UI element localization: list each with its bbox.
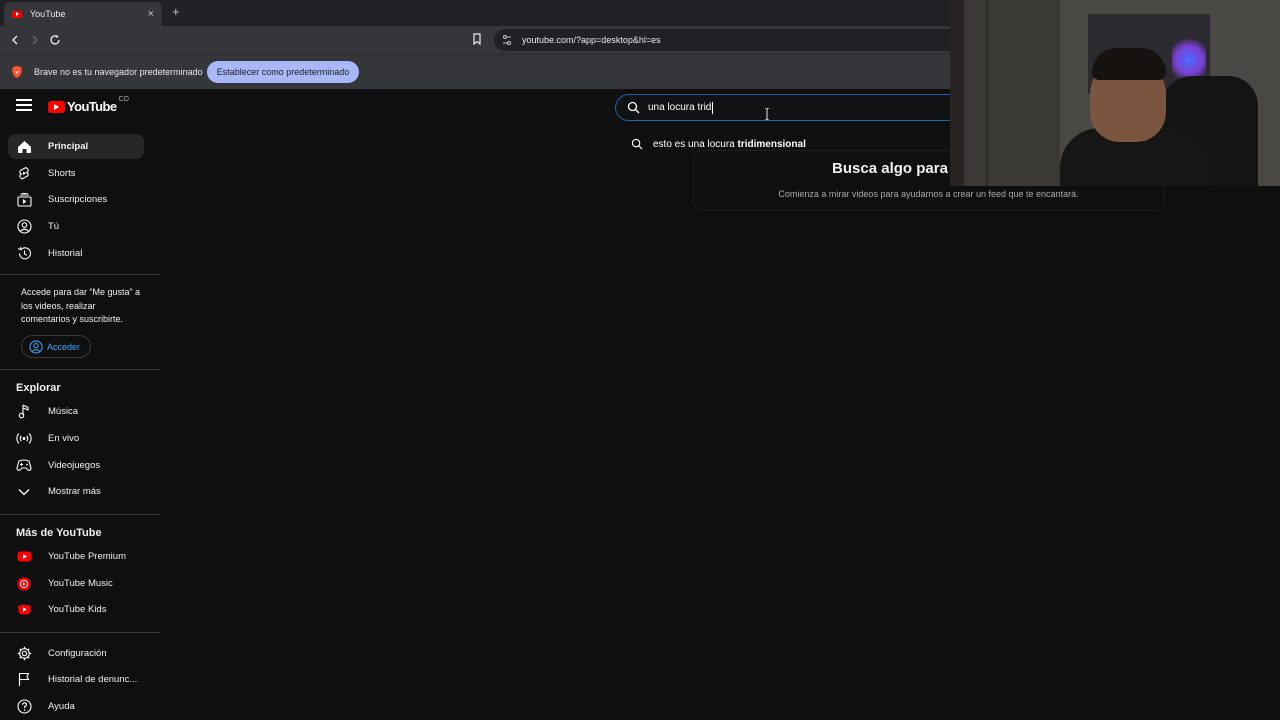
youtube-favicon-icon <box>12 10 22 18</box>
sidebar-label: En vivo <box>48 433 80 444</box>
login-label: Acceder <box>47 341 81 352</box>
sidebar-item-ayuda[interactable]: Ayuda <box>8 694 144 719</box>
sidebar-item-youtube-kids[interactable]: YouTube Kids <box>8 597 144 622</box>
menu-line <box>16 99 32 101</box>
webcam-door-edge <box>986 0 988 186</box>
menu-line <box>16 104 32 106</box>
forward-arrow-icon <box>32 35 38 45</box>
mouse-cursor-ibeam <box>765 108 769 120</box>
set-default-button[interactable]: Establecer como predeterminado <box>207 61 359 83</box>
sidebar-label: Música <box>48 406 79 417</box>
sidebar-divider <box>0 514 160 515</box>
youtube-music-icon <box>16 576 32 592</box>
country-code: CO <box>118 96 129 103</box>
sidebar-label: Tú <box>48 221 60 232</box>
sidebar-item-historial[interactable]: Historial <box>8 241 144 266</box>
bookmark-button[interactable] <box>471 32 485 48</box>
youtube-logo[interactable]: YouTube CO <box>48 96 129 114</box>
search-box[interactable] <box>615 94 960 121</box>
sidebar-label: Videojuegos <box>48 460 101 471</box>
feed-subtitle: Comienza a mirar videos para ayudarnos a… <box>778 189 1079 199</box>
login-prompt: Accede para dar “Me gusta” a los videos,… <box>21 287 141 324</box>
search-icon <box>627 101 640 114</box>
sidebar-item-youtube-music[interactable]: YouTube Music <box>8 571 144 596</box>
sidebar-item-tu[interactable]: Tú <box>8 214 144 239</box>
sidebar: Principal Shorts Suscripciones Tú Histor… <box>0 134 160 720</box>
help-icon <box>16 699 32 715</box>
address-bar[interactable]: youtube.com/?app=desktop&hl=es <box>494 29 964 51</box>
reload-icon <box>50 34 60 45</box>
url-text[interactable]: youtube.com/?app=desktop&hl=es <box>522 35 661 45</box>
settings-icon <box>16 646 32 662</box>
sidebar-item-musica[interactable]: Música <box>8 399 144 424</box>
sidebar-label: Suscripciones <box>48 194 108 205</box>
sidebar-label: Ayuda <box>48 701 75 712</box>
sidebar-label: Historial <box>48 248 83 259</box>
sidebar-divider <box>0 274 160 275</box>
sidebar-divider <box>0 632 160 633</box>
sidebar-label: Shorts <box>48 168 76 179</box>
webcam-person-hair <box>1092 48 1166 80</box>
sidebar-label: Principal <box>48 141 89 152</box>
text-caret <box>712 101 713 114</box>
sidebar-item-principal[interactable]: Principal <box>8 134 144 159</box>
sidebar-item-configuracion[interactable]: Configuración <box>8 641 144 666</box>
sidebar-item-shorts[interactable]: Shorts <box>8 161 144 186</box>
suggestion-text: esto es una locura tridimensional <box>653 139 806 150</box>
sidebar-item-en-vivo[interactable]: En vivo <box>8 426 144 451</box>
sidebar-item-historial-denuncias[interactable]: Historial de denunc... <box>8 667 144 692</box>
sidebar-label: Historial de denunc... <box>48 674 138 685</box>
brave-lion-icon <box>12 66 22 78</box>
reload-button[interactable] <box>47 32 63 48</box>
back-button[interactable] <box>7 32 23 48</box>
bookmark-icon <box>473 33 481 46</box>
history-icon <box>16 246 32 262</box>
search-input[interactable] <box>648 102 828 113</box>
subscriptions-icon <box>16 192 32 208</box>
sidebar-label: YouTube Kids <box>48 604 107 615</box>
sidebar-item-mostrar-mas[interactable]: Mostrar más <box>8 479 144 504</box>
home-icon <box>16 139 32 155</box>
logo-text: YouTube <box>67 99 117 114</box>
webcam-overlay <box>950 0 1280 186</box>
more-youtube-heading: Más de YouTube <box>16 527 102 539</box>
explore-heading: Explorar <box>16 382 61 394</box>
infobar-message: Brave no es tu navegador predeterminado <box>34 67 203 77</box>
tab-title: YouTube <box>30 9 66 19</box>
youtube-kids-icon <box>16 602 32 618</box>
account-icon <box>29 339 43 354</box>
sidebar-item-suscripciones[interactable]: Suscripciones <box>8 187 144 212</box>
menu-line <box>16 109 32 111</box>
sidebar-label: Configuración <box>48 648 107 659</box>
webcam-door <box>964 0 1060 186</box>
gaming-icon <box>16 458 32 474</box>
sidebar-label: Mostrar más <box>48 486 101 497</box>
chevron-down-icon <box>16 484 32 500</box>
live-icon <box>16 431 32 447</box>
sidebar-label: YouTube Premium <box>48 551 126 562</box>
sidebar-item-youtube-premium[interactable]: YouTube Premium <box>8 544 144 569</box>
menu-button[interactable] <box>16 99 32 113</box>
suggestion-completion: tridimensional <box>737 138 806 150</box>
new-tab-button[interactable]: + <box>172 4 180 19</box>
suggestion-search-icon <box>631 138 643 150</box>
back-arrow-icon <box>12 35 18 45</box>
music-icon <box>16 404 32 420</box>
browser-tab-youtube[interactable]: YouTube × <box>4 2 162 26</box>
you-icon <box>16 219 32 235</box>
forward-button[interactable] <box>27 32 43 48</box>
suggestion-prefix: esto es una locura <box>653 138 738 150</box>
close-tab-icon[interactable]: × <box>148 8 154 20</box>
site-settings-icon[interactable] <box>500 33 514 47</box>
flag-icon <box>16 672 32 688</box>
shorts-icon <box>16 166 32 182</box>
youtube-play-icon <box>48 100 65 113</box>
youtube-premium-icon <box>16 549 32 565</box>
login-button[interactable]: Acceder <box>21 335 91 358</box>
sidebar-item-videojuegos[interactable]: Videojuegos <box>8 453 144 478</box>
sidebar-divider <box>0 369 160 370</box>
sidebar-label: YouTube Music <box>48 578 113 589</box>
